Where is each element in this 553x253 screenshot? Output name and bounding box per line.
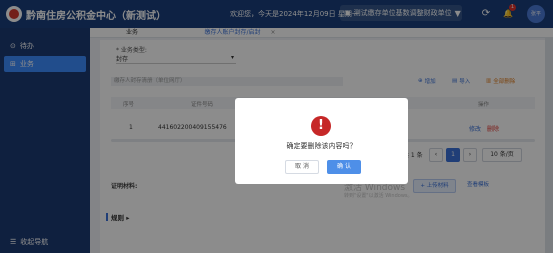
confirm-button[interactable]: 确 认 — [327, 160, 361, 174]
confirm-dialog: ! 确定要删除该内容吗？ 取 消 确 认 — [235, 98, 408, 184]
cancel-button[interactable]: 取 消 — [285, 160, 319, 174]
warning-icon: ! — [311, 116, 331, 136]
dialog-message: 确定要删除该内容吗？ — [286, 142, 357, 150]
